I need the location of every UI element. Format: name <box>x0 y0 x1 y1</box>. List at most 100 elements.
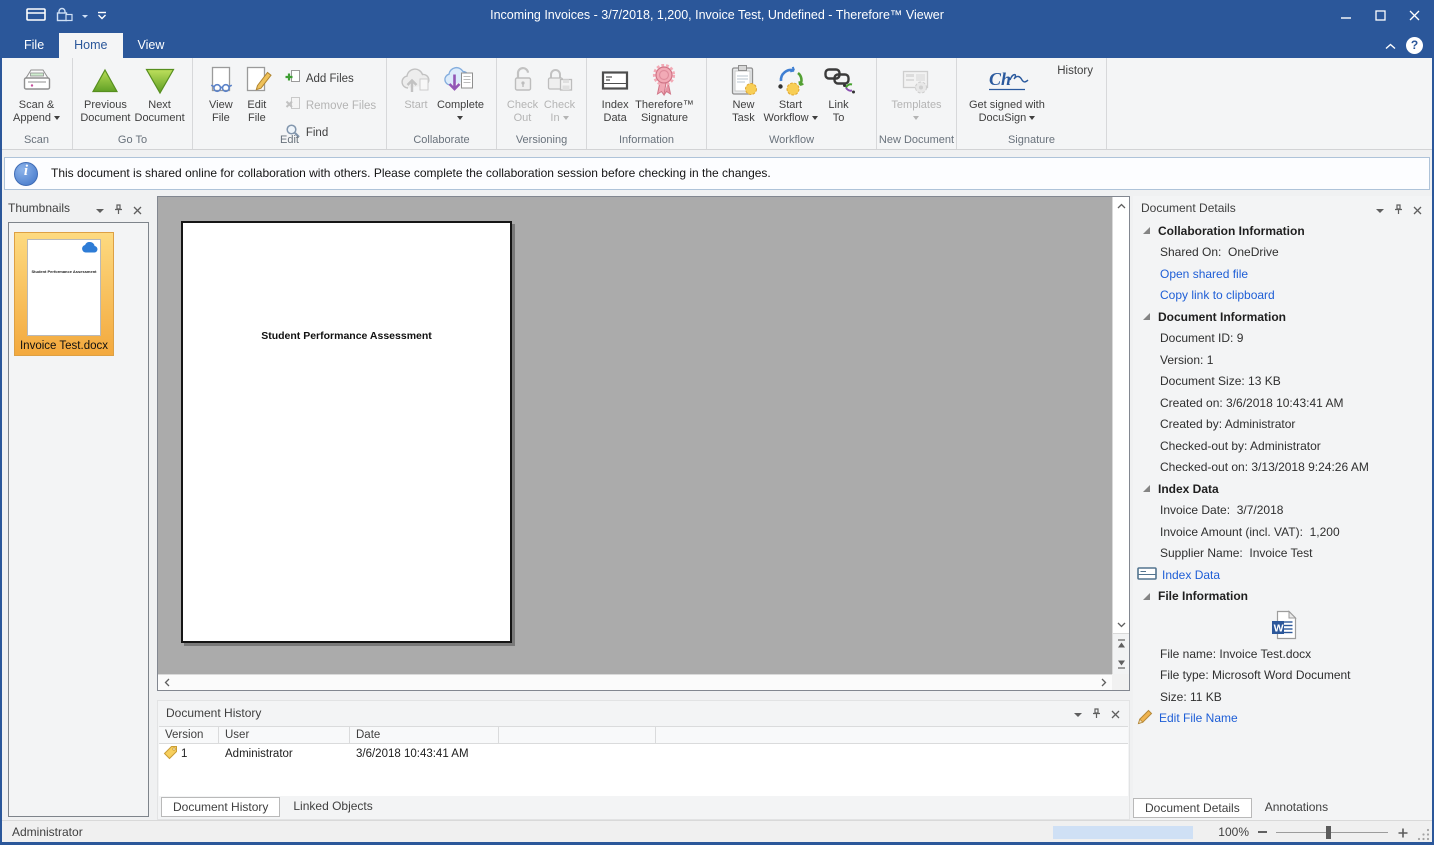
scroll-up-icon[interactable] <box>1113 197 1129 214</box>
history-row[interactable]: 1 Administrator 3/6/2018 10:43:41 AM <box>159 744 1128 763</box>
close-icon[interactable] <box>1413 204 1422 218</box>
window-title: Incoming Invoices - 3/7/2018, 1,200, Inv… <box>0 0 1434 30</box>
detail-checked-out-on: Checked-out on: 3/13/2018 9:24:26 AM <box>1133 457 1434 479</box>
copy-link-to-clipboard-link[interactable]: Copy link to clipboard <box>1133 285 1434 307</box>
window-edge <box>0 31 2 845</box>
document-page: Student Performance Assessment <box>181 221 512 643</box>
tab-view[interactable]: View <box>123 33 180 58</box>
word-file-icon: W <box>1133 607 1434 643</box>
status-progress-area <box>1053 826 1193 839</box>
scroll-down-icon[interactable] <box>1113 616 1129 633</box>
detail-document-id: Document ID: 9 <box>1133 328 1434 350</box>
therefore-signature-button[interactable]: Therefore™Signature <box>633 61 696 126</box>
complete-collaboration-button[interactable]: Complete <box>435 61 486 126</box>
panel-menu-icon[interactable] <box>1074 713 1082 717</box>
detail-document-size: Document Size: 13 KB <box>1133 371 1434 393</box>
scan-append-button[interactable]: Scan &Append <box>11 61 62 126</box>
close-icon[interactable] <box>133 204 142 218</box>
column-header-user[interactable]: User <box>219 727 350 743</box>
link-to-button[interactable]: LinkTo <box>820 61 858 126</box>
expander-icon[interactable] <box>1143 227 1150 234</box>
detail-version: Version: 1 <box>1133 349 1434 371</box>
zoom-slider-thumb[interactable] <box>1326 826 1331 839</box>
maximize-button[interactable] <box>1375 10 1386 21</box>
expander-icon[interactable] <box>1143 313 1150 320</box>
tab-linked-objects[interactable]: Linked Objects <box>282 797 383 817</box>
docusign-button[interactable]: Ch Get signed withDocuSign <box>967 61 1047 126</box>
expander-icon[interactable] <box>1143 485 1150 492</box>
history-panel-title: Document History <box>166 706 261 720</box>
details-panel-title: Document Details <box>1141 201 1236 215</box>
section-index-data[interactable]: Index Data <box>1133 478 1434 500</box>
close-button[interactable] <box>1409 10 1420 21</box>
next-document-button[interactable]: NextDocument <box>133 61 187 126</box>
vertical-scrollbar[interactable] <box>1112 197 1129 634</box>
detail-supplier-name: Supplier Name: Invoice Test <box>1133 543 1434 565</box>
zoom-in-icon[interactable] <box>1398 827 1408 841</box>
index-card-icon <box>599 62 631 99</box>
cloud-shared-icon <box>81 242 98 256</box>
expander-icon[interactable] <box>1143 593 1150 600</box>
open-padlock-icon <box>507 62 539 99</box>
previous-page-icon[interactable] <box>1113 634 1129 654</box>
panel-menu-icon[interactable] <box>96 209 104 213</box>
horizontal-scrollbar[interactable] <box>158 674 1112 690</box>
section-file-information[interactable]: File Information <box>1133 586 1434 608</box>
zoom-level: 100% <box>1203 821 1249 843</box>
add-files-button[interactable]: Add Files <box>285 69 354 88</box>
dropdown-arrow-icon <box>54 116 60 120</box>
page-navigation-buttons <box>1112 634 1129 674</box>
collapse-ribbon-icon[interactable] <box>1385 39 1396 53</box>
panel-menu-icon[interactable] <box>1376 209 1384 213</box>
zoom-slider[interactable] <box>1276 832 1388 833</box>
detail-invoice-date: Invoice Date: 3/7/2018 <box>1133 500 1434 522</box>
view-file-button[interactable]: ViewFile <box>203 61 239 126</box>
section-document-information[interactable]: Document Information <box>1133 306 1434 328</box>
history-button[interactable]: History <box>1057 65 1093 77</box>
edit-file-name-link[interactable]: Edit File Name <box>1133 708 1434 730</box>
cloud-upload-icon <box>399 62 433 99</box>
index-data-button[interactable]: IndexData <box>597 61 633 126</box>
edit-file-button[interactable]: EditFile <box>239 61 275 126</box>
group-label-edit: Edit <box>193 134 386 146</box>
dropdown-arrow-icon <box>1029 116 1035 120</box>
detail-invoice-amount: Invoice Amount (incl. VAT): 1,200 <box>1133 521 1434 543</box>
pin-icon[interactable] <box>114 204 123 218</box>
pin-icon[interactable] <box>1092 708 1101 722</box>
tab-home[interactable]: Home <box>59 33 122 58</box>
zoom-out-icon[interactable] <box>1258 831 1267 833</box>
tab-document-details[interactable]: Document Details <box>1133 798 1252 818</box>
dropdown-arrow-icon <box>457 116 463 120</box>
start-workflow-button[interactable]: StartWorkflow <box>761 61 819 126</box>
section-collaboration-information[interactable]: Collaboration Information <box>1133 220 1434 242</box>
help-icon[interactable] <box>1406 37 1423 54</box>
history-column-headers: Version User Date <box>159 726 1128 744</box>
pin-icon[interactable] <box>1394 204 1403 218</box>
index-data-link[interactable]: Index Data <box>1133 564 1434 586</box>
ribbon-group-collaborate: Start Complete Collaborate <box>387 58 497 149</box>
dropdown-arrow-icon <box>812 116 818 120</box>
scroll-right-icon[interactable] <box>1095 675 1112 690</box>
thumbnail-page-preview: Student Performance Assessment <box>27 239 101 336</box>
close-icon[interactable] <box>1111 708 1120 722</box>
column-header-version[interactable]: Version <box>159 727 219 743</box>
scroll-left-icon[interactable] <box>158 675 175 690</box>
previous-document-button[interactable]: PreviousDocument <box>78 61 132 126</box>
ribbon-group-goto: PreviousDocument NextDocument Go To <box>73 58 193 149</box>
detail-checked-out-by: Checked-out by: Administrator <box>1133 435 1434 457</box>
svg-text:Ch: Ch <box>989 69 1011 89</box>
index-card-icon <box>1137 567 1157 583</box>
thumbnail-item-selected[interactable]: Student Performance Assessment Invoice T… <box>14 232 114 356</box>
document-page-title: Student Performance Assessment <box>183 330 510 342</box>
next-page-icon[interactable] <box>1113 654 1129 674</box>
open-shared-file-link[interactable]: Open shared file <box>1133 263 1434 285</box>
minimize-button[interactable] <box>1341 10 1352 21</box>
title-bar: Incoming Invoices - 3/7/2018, 1,200, Inv… <box>0 0 1434 31</box>
tab-file[interactable]: File <box>9 33 59 58</box>
info-icon <box>14 162 38 186</box>
tab-annotations[interactable]: Annotations <box>1254 798 1339 818</box>
column-header-date[interactable]: Date <box>350 727 499 743</box>
tab-document-history[interactable]: Document History <box>161 797 280 817</box>
new-task-button[interactable]: NewTask <box>725 61 761 126</box>
remove-files-icon <box>285 96 301 115</box>
